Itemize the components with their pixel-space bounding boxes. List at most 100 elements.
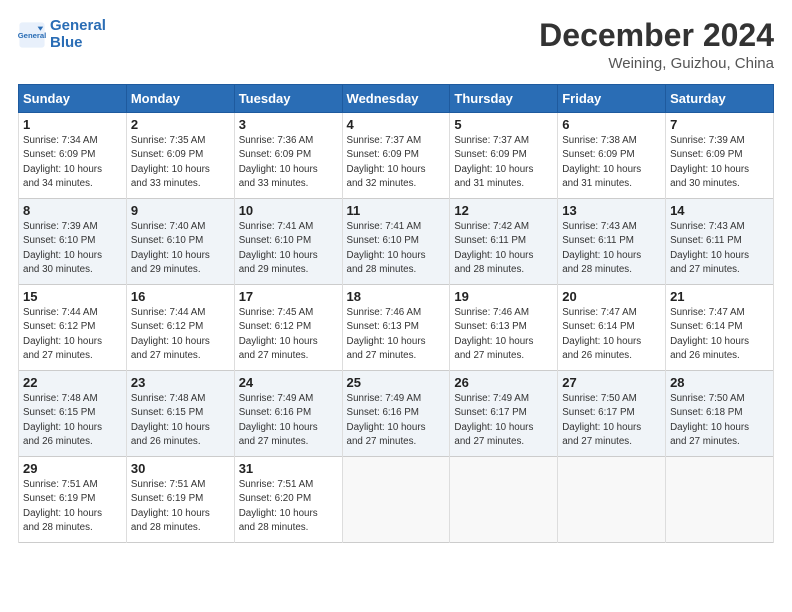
day-number: 6 (562, 117, 661, 132)
logo: General General Blue (18, 18, 106, 51)
col-monday: Monday (126, 85, 234, 113)
day-info: Sunrise: 7:35 AM Sunset: 6:09 PM Dayligh… (131, 134, 230, 191)
calendar-cell: 1 Sunrise: 7:34 AM Sunset: 6:09 PM Daylig… (19, 113, 127, 199)
calendar-cell: 22Sunrise: 7:48 AM Sunset: 6:15 PM Dayli… (19, 371, 127, 457)
day-number: 17 (239, 289, 338, 304)
location: Weining, Guizhou, China (539, 55, 774, 72)
day-info: Sunrise: 7:43 AM Sunset: 6:11 PM Dayligh… (562, 220, 661, 277)
day-number: 31 (239, 461, 338, 476)
calendar-week-row: 15 Sunrise: 7:44 AM Sunset: 6:12 PM Dayli… (19, 285, 774, 371)
day-number: 19 (454, 289, 553, 304)
calendar-week-row: 8 Sunrise: 7:39 AM Sunset: 6:10 PM Daylig… (19, 199, 774, 285)
calendar-cell: 24 Sunrise: 7:49 AM Sunset: 6:16 PM Dayli… (234, 371, 342, 457)
day-number: 20 (562, 289, 661, 304)
calendar-cell (342, 457, 450, 543)
day-number: 3 (239, 117, 338, 132)
calendar-cell: 17 Sunrise: 7:45 AM Sunset: 6:12 PM Dayli… (234, 285, 342, 371)
day-info: Sunrise: 7:51 AM Sunset: 6:20 PM Dayligh… (239, 478, 338, 535)
day-number: 14 (670, 203, 769, 218)
day-info: Sunrise: 7:45 AM Sunset: 6:12 PM Dayligh… (239, 306, 338, 363)
day-info: Sunrise: 7:36 AM Sunset: 6:09 PM Dayligh… (239, 134, 338, 191)
day-info: Sunrise: 7:39 AM Sunset: 6:09 PM Dayligh… (670, 134, 769, 191)
calendar-cell: 5 Sunrise: 7:37 AM Sunset: 6:09 PM Daylig… (450, 113, 558, 199)
calendar-cell: 10 Sunrise: 7:41 AM Sunset: 6:10 PM Dayli… (234, 199, 342, 285)
day-number: 24 (239, 375, 338, 390)
calendar-cell: 29 Sunrise: 7:51 AM Sunset: 6:19 PM Dayli… (19, 457, 127, 543)
calendar-cell: 6 Sunrise: 7:38 AM Sunset: 6:09 PM Daylig… (558, 113, 666, 199)
day-info: Sunrise: 7:38 AM Sunset: 6:09 PM Dayligh… (562, 134, 661, 191)
col-saturday: Saturday (666, 85, 774, 113)
day-info: Sunrise: 7:50 AM Sunset: 6:17 PM Dayligh… (562, 392, 661, 449)
day-number: 8 (23, 203, 122, 218)
calendar-cell (558, 457, 666, 543)
calendar-cell (450, 457, 558, 543)
calendar-cell: 3 Sunrise: 7:36 AM Sunset: 6:09 PM Daylig… (234, 113, 342, 199)
day-info: Sunrise: 7:40 AM Sunset: 6:10 PM Dayligh… (131, 220, 230, 277)
calendar-cell: 9Sunrise: 7:40 AM Sunset: 6:10 PM Daylig… (126, 199, 234, 285)
day-info: Sunrise: 7:46 AM Sunset: 6:13 PM Dayligh… (454, 306, 553, 363)
day-number: 4 (347, 117, 446, 132)
day-info: Sunrise: 7:49 AM Sunset: 6:16 PM Dayligh… (347, 392, 446, 449)
title-block: December 2024 Weining, Guizhou, China (539, 18, 774, 72)
calendar-cell: 31 Sunrise: 7:51 AM Sunset: 6:20 PM Dayli… (234, 457, 342, 543)
day-info: Sunrise: 7:37 AM Sunset: 6:09 PM Dayligh… (347, 134, 446, 191)
day-number: 10 (239, 203, 338, 218)
day-number: 16 (131, 289, 230, 304)
calendar-cell: 13Sunrise: 7:43 AM Sunset: 6:11 PM Dayli… (558, 199, 666, 285)
day-number: 26 (454, 375, 553, 390)
calendar-week-row: 1 Sunrise: 7:34 AM Sunset: 6:09 PM Daylig… (19, 113, 774, 199)
calendar-cell: 26 Sunrise: 7:49 AM Sunset: 6:17 PM Dayli… (450, 371, 558, 457)
day-number: 29 (23, 461, 122, 476)
day-info: Sunrise: 7:43 AM Sunset: 6:11 PM Dayligh… (670, 220, 769, 277)
calendar-cell: 8 Sunrise: 7:39 AM Sunset: 6:10 PM Daylig… (19, 199, 127, 285)
day-info: Sunrise: 7:44 AM Sunset: 6:12 PM Dayligh… (23, 306, 122, 363)
calendar-cell: 30 Sunrise: 7:51 AM Sunset: 6:19 PM Dayli… (126, 457, 234, 543)
col-friday: Friday (558, 85, 666, 113)
col-tuesday: Tuesday (234, 85, 342, 113)
calendar-week-row: 22Sunrise: 7:48 AM Sunset: 6:15 PM Dayli… (19, 371, 774, 457)
day-info: Sunrise: 7:34 AM Sunset: 6:09 PM Dayligh… (23, 134, 122, 191)
day-number: 11 (347, 203, 446, 218)
month-title: December 2024 (539, 18, 774, 53)
page-container: General General Blue December 2024 Weini… (0, 0, 792, 553)
day-info: Sunrise: 7:41 AM Sunset: 6:10 PM Dayligh… (239, 220, 338, 277)
day-info: Sunrise: 7:42 AM Sunset: 6:11 PM Dayligh… (454, 220, 553, 277)
calendar-cell: 19 Sunrise: 7:46 AM Sunset: 6:13 PM Dayli… (450, 285, 558, 371)
day-number: 28 (670, 375, 769, 390)
calendar-cell: 25Sunrise: 7:49 AM Sunset: 6:16 PM Dayli… (342, 371, 450, 457)
calendar-header-row: Sunday Monday Tuesday Wednesday Thursday… (19, 85, 774, 113)
col-thursday: Thursday (450, 85, 558, 113)
calendar-cell: 11Sunrise: 7:41 AM Sunset: 6:10 PM Dayli… (342, 199, 450, 285)
calendar-cell: 21Sunrise: 7:47 AM Sunset: 6:14 PM Dayli… (666, 285, 774, 371)
day-info: Sunrise: 7:37 AM Sunset: 6:09 PM Dayligh… (454, 134, 553, 191)
day-info: Sunrise: 7:44 AM Sunset: 6:12 PM Dayligh… (131, 306, 230, 363)
calendar-cell: 28 Sunrise: 7:50 AM Sunset: 6:18 PM Dayli… (666, 371, 774, 457)
calendar-cell: 4 Sunrise: 7:37 AM Sunset: 6:09 PM Daylig… (342, 113, 450, 199)
day-info: Sunrise: 7:50 AM Sunset: 6:18 PM Dayligh… (670, 392, 769, 449)
day-info: Sunrise: 7:48 AM Sunset: 6:15 PM Dayligh… (131, 392, 230, 449)
calendar-cell: 20 Sunrise: 7:47 AM Sunset: 6:14 PM Dayli… (558, 285, 666, 371)
day-number: 5 (454, 117, 553, 132)
day-number: 1 (23, 117, 122, 132)
logo-icon: General (18, 21, 46, 49)
day-number: 15 (23, 289, 122, 304)
day-number: 18 (347, 289, 446, 304)
calendar-table: Sunday Monday Tuesday Wednesday Thursday… (18, 84, 774, 543)
day-info: Sunrise: 7:39 AM Sunset: 6:10 PM Dayligh… (23, 220, 122, 277)
day-info: Sunrise: 7:47 AM Sunset: 6:14 PM Dayligh… (562, 306, 661, 363)
day-info: Sunrise: 7:51 AM Sunset: 6:19 PM Dayligh… (131, 478, 230, 535)
day-info: Sunrise: 7:49 AM Sunset: 6:17 PM Dayligh… (454, 392, 553, 449)
calendar-cell: 15 Sunrise: 7:44 AM Sunset: 6:12 PM Dayli… (19, 285, 127, 371)
day-number: 30 (131, 461, 230, 476)
calendar-cell: 7 Sunrise: 7:39 AM Sunset: 6:09 PM Daylig… (666, 113, 774, 199)
col-sunday: Sunday (19, 85, 127, 113)
day-info: Sunrise: 7:51 AM Sunset: 6:19 PM Dayligh… (23, 478, 122, 535)
calendar-cell: 2Sunrise: 7:35 AM Sunset: 6:09 PM Daylig… (126, 113, 234, 199)
calendar-cell: 27Sunrise: 7:50 AM Sunset: 6:17 PM Dayli… (558, 371, 666, 457)
calendar-cell: 12Sunrise: 7:42 AM Sunset: 6:11 PM Dayli… (450, 199, 558, 285)
svg-text:General: General (18, 30, 46, 39)
day-number: 7 (670, 117, 769, 132)
col-wednesday: Wednesday (342, 85, 450, 113)
day-info: Sunrise: 7:49 AM Sunset: 6:16 PM Dayligh… (239, 392, 338, 449)
day-number: 21 (670, 289, 769, 304)
